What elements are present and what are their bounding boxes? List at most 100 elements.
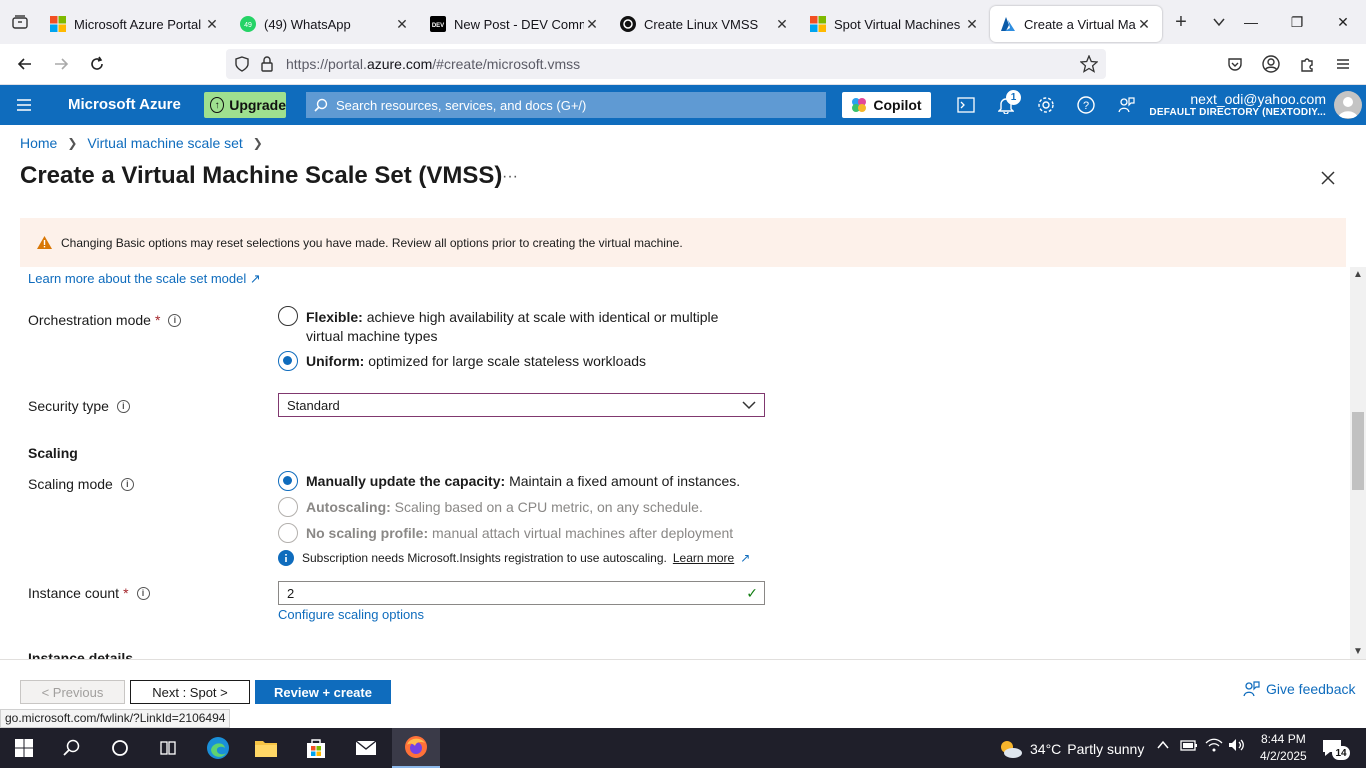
info-icon[interactable]: i bbox=[116, 399, 130, 413]
system-clock[interactable]: 8:44 PM 4/2/2025 bbox=[1260, 731, 1307, 765]
close-tab-icon[interactable]: ✕ bbox=[774, 16, 790, 33]
previous-button[interactable]: < Previous bbox=[20, 680, 125, 704]
taskbar-mail-button[interactable] bbox=[342, 728, 390, 768]
lock-icon[interactable] bbox=[260, 56, 274, 72]
close-tab-icon[interactable]: ✕ bbox=[964, 16, 980, 33]
wizard-footer: < Previous Next : Spot > Review + create… bbox=[0, 659, 1366, 709]
tab-title: Create Linux VMSS bbox=[644, 16, 759, 32]
autoscaling-learn-more-link[interactable]: Learn more bbox=[673, 551, 734, 565]
taskbar-file-explorer-button[interactable] bbox=[242, 728, 290, 768]
close-tab-icon[interactable]: ✕ bbox=[394, 16, 410, 33]
hamburger-menu-icon bbox=[17, 99, 31, 111]
restore-window-button[interactable]: ❐ bbox=[1274, 0, 1320, 44]
upgrade-button[interactable]: ↑ Upgrade bbox=[204, 92, 286, 118]
instance-details-section-title: Instance details bbox=[28, 650, 134, 659]
tab-list-button[interactable] bbox=[0, 0, 40, 44]
battery-icon[interactable] bbox=[1180, 738, 1198, 755]
close-window-button[interactable]: ✕ bbox=[1320, 0, 1366, 44]
account-info[interactable]: next_odi@yahoo.com DEFAULT DIRECTORY (NE… bbox=[1149, 91, 1326, 118]
shield-icon[interactable] bbox=[234, 56, 250, 72]
instance-count-input[interactable]: 2 ✓ bbox=[278, 581, 765, 605]
reload-button[interactable] bbox=[82, 50, 112, 78]
scaling-manual-radio[interactable]: Manually update the capacity: Maintain a… bbox=[278, 471, 748, 491]
info-icon[interactable]: i bbox=[136, 586, 150, 600]
taskbar-edge-button[interactable] bbox=[194, 728, 242, 768]
form-scrollbar[interactable]: ▲ ▼ bbox=[1350, 267, 1366, 659]
bookmark-star-icon[interactable] bbox=[1080, 55, 1098, 73]
taskbar-store-button[interactable] bbox=[292, 728, 340, 768]
action-center-button[interactable]: 14 bbox=[1320, 736, 1350, 760]
help-button[interactable]: ? bbox=[1074, 93, 1098, 117]
security-type-dropdown[interactable]: Standard bbox=[278, 393, 765, 417]
learn-more-scale-set-link[interactable]: Learn more about the scale set model ↗ bbox=[28, 271, 261, 287]
start-button[interactable] bbox=[0, 728, 48, 768]
portal-menu-button[interactable] bbox=[14, 95, 34, 118]
form-scroll-area[interactable]: Learn more about the scale set model ↗ O… bbox=[0, 267, 1350, 659]
tab-title: (49) WhatsApp bbox=[264, 16, 351, 32]
radio-circle-disabled[interactable] bbox=[278, 523, 298, 543]
info-icon[interactable]: i bbox=[168, 313, 182, 327]
cloud-shell-button[interactable] bbox=[954, 93, 978, 117]
breadcrumb-vmss[interactable]: Virtual machine scale set bbox=[87, 135, 242, 151]
forward-button[interactable] bbox=[46, 50, 76, 78]
browser-tab[interactable]: Create Linux VMSS ✕ bbox=[610, 6, 800, 42]
arrow-right-icon bbox=[55, 58, 69, 70]
global-search-input[interactable]: Search resources, services, and docs (G+… bbox=[306, 92, 826, 118]
wifi-icon[interactable] bbox=[1205, 738, 1223, 755]
chevron-up-icon[interactable] bbox=[1156, 738, 1170, 755]
next-spot-button[interactable]: Next : Spot > bbox=[130, 680, 250, 704]
chatgpt-icon bbox=[620, 16, 636, 32]
orchestration-uniform-radio[interactable]: Uniform: optimized for large scale state… bbox=[278, 351, 748, 371]
close-icon bbox=[1321, 171, 1335, 185]
configure-scaling-options-link[interactable]: Configure scaling options bbox=[278, 607, 424, 622]
azure-brand[interactable]: Microsoft Azure bbox=[68, 96, 181, 113]
avatar[interactable] bbox=[1334, 91, 1362, 119]
info-icon[interactable]: i bbox=[120, 477, 134, 491]
azure-logo-icon bbox=[1001, 17, 1015, 31]
close-tab-icon[interactable]: ✕ bbox=[584, 16, 600, 33]
close-blade-button[interactable] bbox=[1320, 166, 1336, 192]
cortana-button[interactable] bbox=[96, 728, 144, 768]
taskbar-firefox-button[interactable] bbox=[392, 728, 440, 768]
close-tab-icon[interactable]: ✕ bbox=[204, 16, 220, 33]
scrollbar-thumb[interactable] bbox=[1352, 412, 1364, 490]
weather-widget[interactable]: 34°C Partly sunny bbox=[998, 738, 1144, 760]
taskbar-search-button[interactable] bbox=[48, 728, 96, 768]
copilot-button[interactable]: Copilot bbox=[842, 92, 931, 118]
scaling-no-profile-radio[interactable]: No scaling profile: manual attach virtua… bbox=[278, 523, 748, 543]
account-button[interactable] bbox=[1256, 50, 1286, 78]
pocket-button[interactable] bbox=[1220, 50, 1250, 78]
radio-circle-selected[interactable] bbox=[278, 471, 298, 491]
instance-count-value: 2 bbox=[287, 585, 295, 601]
question-mark-icon: ? bbox=[1077, 96, 1095, 114]
back-button[interactable] bbox=[10, 50, 40, 78]
give-feedback-button[interactable]: Give feedback bbox=[1242, 680, 1356, 698]
clock-date: 4/2/2025 bbox=[1260, 749, 1307, 763]
extensions-button[interactable] bbox=[1292, 50, 1322, 78]
address-bar[interactable]: https://portal.azure.com/#create/microso… bbox=[226, 49, 1106, 79]
scaling-autoscaling-radio[interactable]: Autoscaling: Scaling based on a CPU metr… bbox=[278, 497, 748, 517]
orchestration-flexible-radio[interactable]: Flexible: achieve high availability at s… bbox=[278, 306, 748, 346]
browser-tab[interactable]: Microsoft Azure Portal ✕ bbox=[40, 6, 230, 42]
browser-tab[interactable]: Spot Virtual Machines ✕ bbox=[800, 6, 990, 42]
review-create-button[interactable]: Review + create bbox=[255, 680, 391, 704]
close-tab-icon[interactable]: ✕ bbox=[1136, 16, 1152, 33]
scroll-down-icon[interactable]: ▼ bbox=[1353, 646, 1363, 657]
radio-circle[interactable] bbox=[278, 306, 298, 326]
minimize-window-button[interactable]: — bbox=[1228, 0, 1274, 44]
browser-tab[interactable]: 49 (49) WhatsApp ✕ bbox=[230, 6, 420, 42]
task-view-button[interactable] bbox=[144, 728, 192, 768]
browser-tab[interactable]: DEV New Post - DEV Comm ✕ bbox=[420, 6, 610, 42]
volume-icon[interactable] bbox=[1228, 738, 1246, 755]
settings-button[interactable] bbox=[1034, 93, 1058, 117]
new-tab-button[interactable]: + bbox=[1162, 0, 1200, 44]
scroll-up-icon[interactable]: ▲ bbox=[1353, 269, 1363, 280]
feedback-header-button[interactable] bbox=[1114, 93, 1138, 117]
browser-tab-active[interactable]: Create a Virtual Machi ✕ bbox=[990, 6, 1162, 42]
radio-circle-selected[interactable] bbox=[278, 351, 298, 371]
menu-button[interactable] bbox=[1328, 50, 1358, 78]
breadcrumb-home[interactable]: Home bbox=[20, 135, 57, 151]
browser-nav-bar: https://portal.azure.com/#create/microso… bbox=[0, 44, 1366, 85]
more-actions-button[interactable]: ··· bbox=[502, 168, 518, 186]
radio-circle-disabled[interactable] bbox=[278, 497, 298, 517]
